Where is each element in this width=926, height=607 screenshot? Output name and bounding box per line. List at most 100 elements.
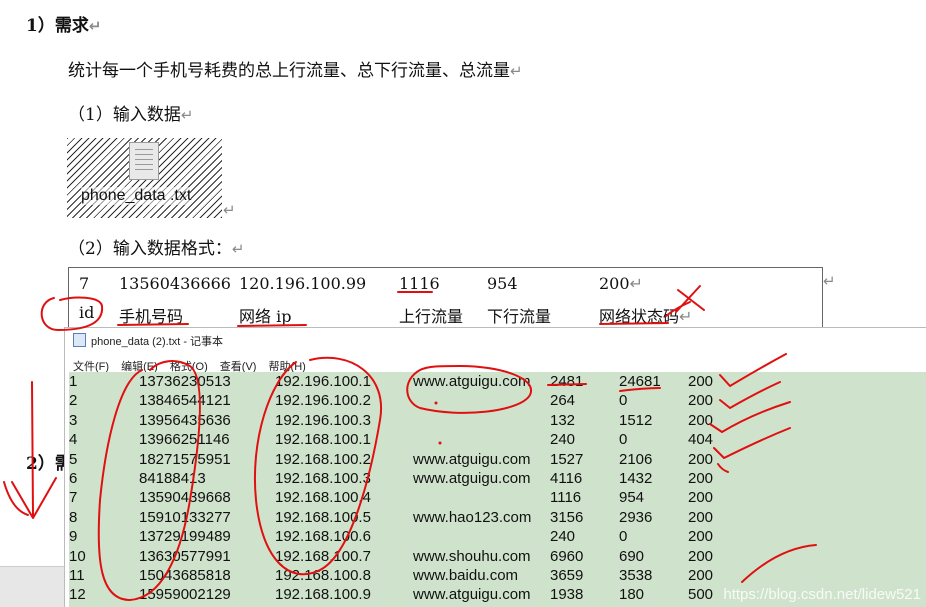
row-down-flow: 2106: [619, 450, 653, 468]
row-down-flow: 0: [619, 392, 628, 410]
row-up-flow: 6960: [550, 547, 584, 565]
row-status: 200: [688, 547, 714, 565]
table-row: 8 15910133277 192.168.100.5 www.hao123.com 3…: [69, 509, 926, 528]
row-url: www.shouhu.com: [413, 547, 531, 565]
table-row: 1 13736230513 192.196.100.1 www.atguigu.com…: [69, 373, 926, 392]
row-up-flow: 264: [550, 392, 576, 410]
row-id: 9: [69, 528, 78, 546]
row-phone: 13966251146: [139, 431, 230, 449]
row-up-flow: 3156: [550, 508, 584, 526]
row-id: 7: [69, 489, 78, 507]
notepad-icon: [73, 333, 86, 347]
row-id: 5: [69, 450, 78, 468]
row-ip: 192.168.100.9: [275, 586, 371, 604]
row-status: 200: [688, 470, 714, 487]
paragraph-mark: ↵: [823, 272, 836, 290]
row-ip: 192.196.100.2: [275, 392, 371, 410]
row-phone: 13729199489: [139, 528, 231, 546]
row-ip: 192.196.100.1: [275, 373, 371, 390]
row-down-flow: 3538: [619, 567, 653, 584]
row-up-flow: 240: [550, 528, 576, 546]
row-down-flow: 954: [619, 489, 645, 507]
row-url: www.baidu.com: [413, 567, 519, 584]
example-down-flow: 954: [487, 274, 518, 293]
row-ip: 192.168.100.6: [275, 528, 371, 546]
row-phone: 18271575951: [139, 450, 231, 468]
row-up-flow: 1527: [550, 450, 584, 468]
table-row: 4 13966251146 192.168.100.1 240 0 404: [69, 431, 926, 450]
row-down-flow: 1432: [619, 470, 653, 487]
row-down-flow: 0: [619, 528, 628, 546]
example-ip: 120.196.100.99: [239, 274, 367, 293]
row-id: 2: [69, 392, 78, 410]
row-up-flow: 3659: [550, 567, 584, 584]
requirement-text: 统计每一个手机号耗费的总上行流量、总下行流量、总流量↵: [68, 61, 523, 81]
row-status: 200: [688, 508, 714, 526]
row-id: 11: [69, 567, 85, 584]
field-up-flow: 上行流量: [399, 307, 464, 326]
row-phone: 13590439668: [139, 489, 231, 507]
row-down-flow: 2936: [619, 508, 653, 526]
row-down-flow: 1512: [619, 411, 653, 429]
row-ip: 192.168.100.8: [275, 567, 371, 584]
table-row: 7 13590439668 192.168.100.4 1116 954 200: [69, 489, 926, 508]
row-down-flow: 180: [619, 586, 645, 604]
table-row: 5 18271575951 192.168.100.2 www.atguigu.com…: [69, 451, 926, 470]
file-name: phone_data .txt: [81, 187, 192, 205]
row-id: 6: [69, 470, 78, 487]
row-down-flow: 690: [619, 547, 645, 565]
row-down-flow: 0: [619, 431, 628, 449]
row-ip: 192.168.100.7: [275, 547, 371, 565]
row-url: www.atguigu.com: [413, 373, 531, 390]
field-down-flow: 下行流量: [487, 307, 552, 326]
left-wavy: [3, 481, 29, 516]
row-phone: 84188413: [139, 470, 206, 487]
table-row: 10 13630577991 192.168.100.7 www.shouhu.com…: [69, 548, 926, 567]
row-up-flow: 2481: [550, 373, 584, 390]
paragraph-mark: ↵: [223, 201, 236, 219]
row-phone: 15910133277: [139, 508, 231, 526]
row-phone: 15959002129: [139, 586, 231, 604]
row-ip: 192.196.100.3: [275, 411, 371, 429]
example-id: 7: [79, 274, 90, 293]
notepad-text-area[interactable]: 1 13736230513 192.196.100.1 www.atguigu.com…: [69, 372, 926, 607]
row-ip: 192.168.100.5: [275, 508, 371, 526]
row-phone: 13736230513: [139, 373, 231, 390]
table-row: 11 15043685818 192.168.100.8 www.baidu.com 3…: [69, 567, 926, 586]
row-id: 8: [69, 508, 78, 526]
table-row: 3 13956435636 192.196.100.3 132 1512 200: [69, 412, 926, 431]
row-url: www.atguigu.com: [413, 586, 531, 604]
row-id: 4: [69, 431, 78, 449]
row-id: 3: [69, 411, 78, 429]
field-id: id: [79, 303, 95, 322]
format-table: 7 13560436666 120.196.100.99 1116 954 20…: [68, 267, 823, 330]
row-status: 404: [688, 431, 714, 449]
row-status: 200: [688, 373, 714, 390]
row-up-flow: 132: [550, 411, 576, 429]
section-heading: 1）需求↵: [26, 16, 102, 36]
table-row: 9 13729199489 192.168.100.6 240 0 200: [69, 528, 926, 547]
field-phone: 手机号码: [119, 307, 184, 326]
watermark: https://blog.csdn.net/lidew521: [723, 586, 921, 603]
row-status: 500: [688, 586, 714, 604]
row-ip: 192.168.100.1: [275, 431, 371, 449]
row-up-flow: 1116: [550, 489, 582, 507]
row-url: www.atguigu.com: [413, 470, 531, 487]
text-file-icon: [129, 142, 159, 180]
row-ip: 192.168.100.2: [275, 450, 371, 468]
row-phone: 13956435636: [139, 411, 231, 429]
field-ip: 网络 ip: [239, 307, 292, 326]
embedded-file-object[interactable]: phone_data .txt: [67, 138, 222, 218]
example-up-flow: 1116: [399, 274, 440, 293]
row-up-flow: 240: [550, 431, 576, 449]
table-row: 2 13846544121 192.196.100.2 264 0 200: [69, 392, 926, 411]
row-url: www.hao123.com: [413, 508, 532, 526]
row-ip: 192.168.100.3: [275, 470, 371, 487]
row-phone: 13630577991: [139, 547, 231, 565]
field-status: 网络状态码↵: [599, 307, 693, 326]
notepad-window[interactable]: phone_data (2).txt - 记事本 文件(F) 编辑(E) 格式(…: [64, 327, 926, 607]
row-phone: 13846544121: [139, 392, 231, 410]
row-id: 12: [69, 586, 86, 604]
notepad-title-bar: phone_data (2).txt - 记事本: [73, 333, 223, 349]
row-down-flow: 24681: [619, 373, 661, 390]
